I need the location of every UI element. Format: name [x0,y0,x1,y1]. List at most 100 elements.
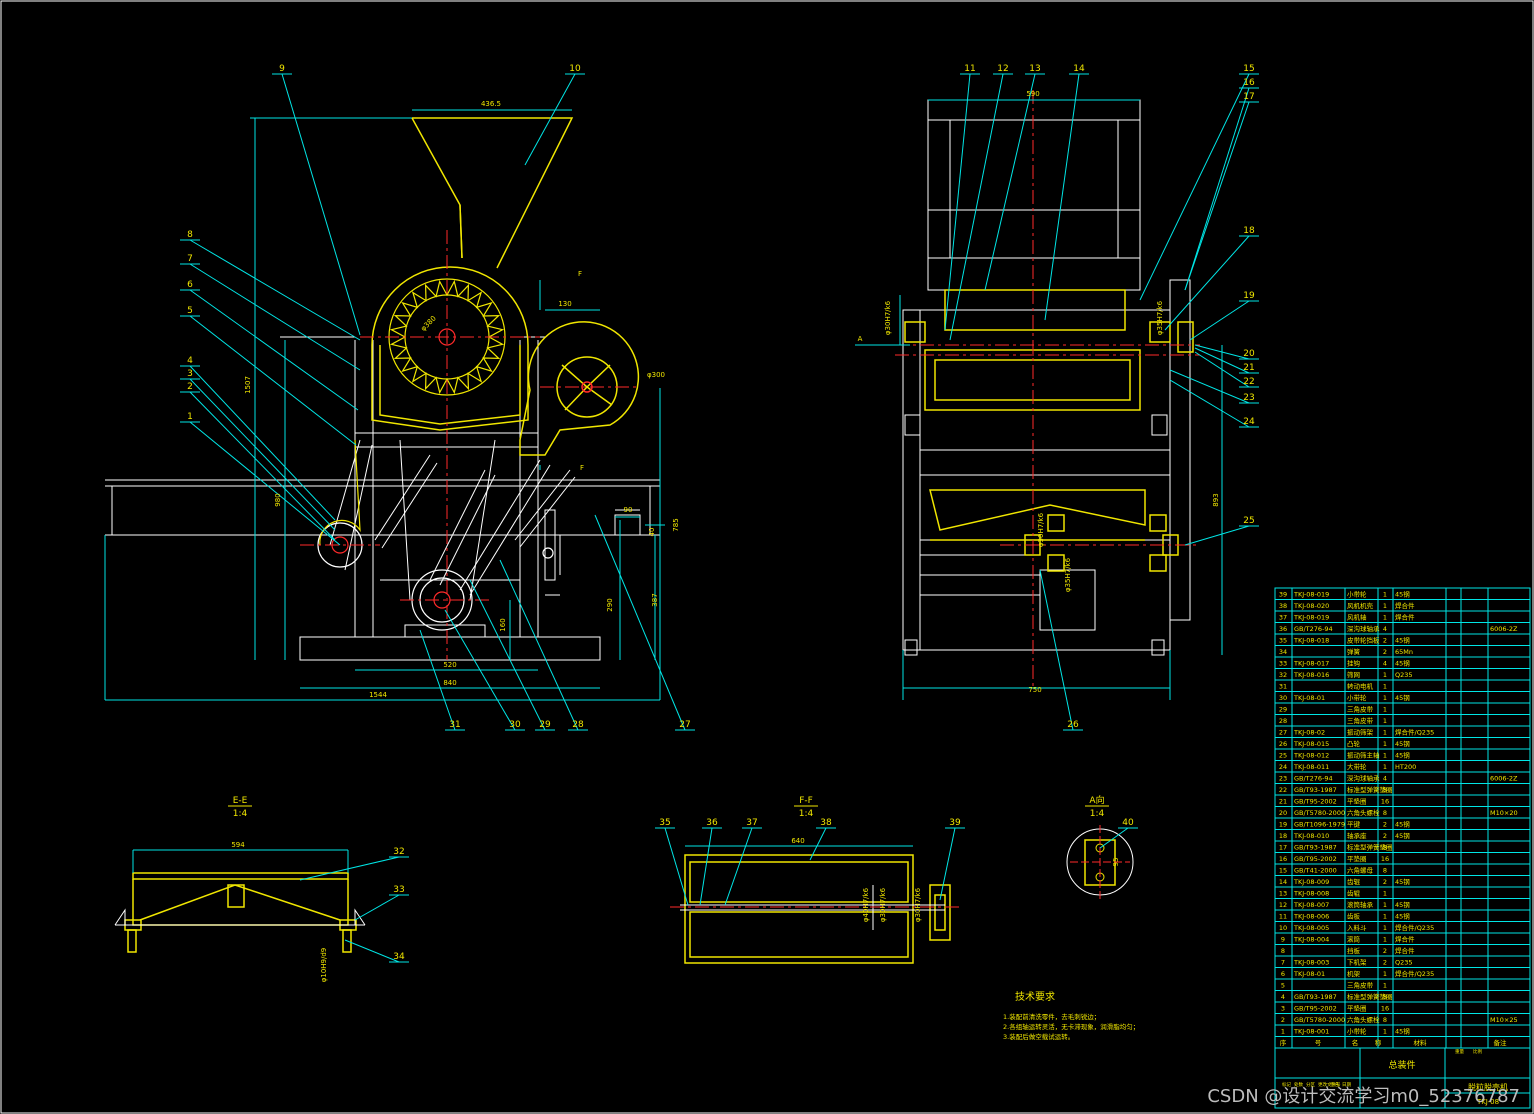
bom-header-cell: 称 [1375,1038,1382,1047]
leader-line [1189,300,1250,341]
bom-cell: 焊合件 [1395,613,1415,622]
bom-cell: TKJ-08-01 [1293,694,1325,702]
bom-cell: 焊合件/Q235 [1395,969,1434,978]
dimension-text: 436.5 [481,100,501,108]
bom-cell: 16 [1381,1005,1389,1013]
bom-cell: 2 [1383,832,1387,840]
balloon-11: 11 [964,64,975,74]
bom-cell: 焊合件/Q235 [1395,923,1434,932]
leader-line [189,391,336,541]
dimension-text: φ35H7/k6 [1064,557,1072,592]
dimension-text: 640 [791,837,804,845]
bom-cell: 23 [1279,775,1287,783]
balloon-24: 24 [1243,417,1255,427]
bom-cell: 45钢 [1395,878,1410,886]
bom-cell: TKJ-08-020 [1293,602,1329,610]
drawing-border [0,0,1534,1114]
bom-cell: 30 [1279,694,1287,702]
bom-cell: 皮带轮挡板 [1347,636,1380,645]
balloon-15: 15 [1243,64,1254,74]
balloon-2: 2 [187,382,193,392]
leader-line [354,894,400,921]
view-a [1066,825,1138,900]
bom-cell: 风机轴 [1347,613,1367,622]
bom-cell: 45钢 [1395,913,1410,921]
bom-cell: 10 [1279,924,1287,932]
bom-cell: 入料斗 [1347,923,1367,932]
bom-cell: TKJ-08-01 [1293,970,1325,978]
bom-cell: 滚筒 [1347,935,1361,944]
bom-cell: 2 [1383,959,1387,967]
notes-title: 技术要求 [1015,990,1055,1003]
view-titles: E-E 1:4 F-F 1:4 A向 1:4 [228,794,1109,819]
bom-cell: TKJ-08-015 [1293,740,1329,748]
view-ff-title: F-F [799,796,813,806]
bom-cell: 16 [1381,855,1389,863]
bom-cell: 机架 [1347,969,1361,978]
bom-cell: TKJ-08-007 [1293,901,1329,909]
dimension-text: φ10H9/d9 [320,948,328,983]
leader-line [594,514,686,731]
leader-line [724,827,753,906]
balloon-33: 33 [393,885,404,895]
dimension-text: 95 [1112,858,1120,867]
bom-cell: TKJ-08-011 [1293,763,1329,771]
bom-cell: 29 [1279,706,1287,714]
dimension-text: 785 [672,518,680,531]
bom-cell: 2 [1383,878,1387,886]
bom-cell: 挡板 [1347,946,1361,955]
bom-cell: TKJ-08-012 [1293,752,1329,760]
bom-cell: 21 [1279,798,1287,806]
bom-cell: 8 [1383,844,1387,852]
bom-cell: 1 [1383,717,1387,725]
bom-cell: 1 [1383,901,1387,909]
bom-cell: TKJ-08-003 [1293,959,1329,967]
bom-cell: 22 [1279,786,1287,794]
bom-cell: 39 [1279,591,1287,599]
bom-cell: TKJ-08-004 [1293,936,1329,944]
bom-cell: 2 [1383,947,1387,955]
bom-cell: 19 [1279,821,1287,829]
leader-line [469,579,546,731]
bom-cell: Q235 [1395,671,1413,679]
bom-cell: 45钢 [1395,740,1410,748]
bom-cell: 振动筛架 [1347,728,1374,737]
bom-cell: 平垫圈 [1347,1004,1367,1013]
leader-line [299,856,400,881]
dimension-text: 290 [606,598,614,611]
leader-line [281,73,361,336]
bom-cell: 37 [1279,614,1287,622]
bom-cell: 27 [1279,729,1287,737]
bom-cell: TKJ-08-005 [1293,924,1329,932]
bom-cell: TKJ-08-001 [1293,1028,1329,1036]
bom-cell: 1 [1383,671,1387,679]
balloon-23: 23 [1243,393,1254,403]
bom-cell: 轴承座 [1347,831,1367,840]
bom-cell: 1 [1383,970,1387,978]
dimension-text: φ380 [419,314,437,332]
leader-line [189,263,361,371]
bom-cell: GB/T5780-2000 [1294,1016,1345,1024]
balloon-13: 13 [1029,64,1040,74]
bom-cell: 焊合件 [1395,946,1415,955]
title-block-label: 重量 [1455,1048,1464,1055]
leader-line [189,365,336,521]
bom-cell: 15 [1279,867,1287,875]
bom-cell: 齿辊 [1347,877,1361,886]
balloon-19: 19 [1243,291,1255,301]
leader-line [699,827,713,906]
dimension-text: φ30H7/k6 [884,300,892,335]
balloon-9: 9 [279,64,285,74]
bom-cell: 16 [1279,855,1287,863]
bom-cell: 1 [1383,936,1387,944]
bom-cell: 小带轮 [1347,1027,1367,1036]
bom-cell: 12 [1279,901,1287,909]
bom-cell: 三角皮带 [1347,705,1374,714]
notes-line-3: 3.装配后做空载试运转。 [1003,1032,1074,1041]
bom-cell: TKJ-08-008 [1293,890,1329,898]
leader-line [944,73,971,331]
leader-line [189,421,341,546]
bom-cell: 65Mn [1395,648,1413,656]
dimension-text: φ40H7/k6 [862,887,870,922]
bom-cell: M10×20 [1490,809,1518,817]
